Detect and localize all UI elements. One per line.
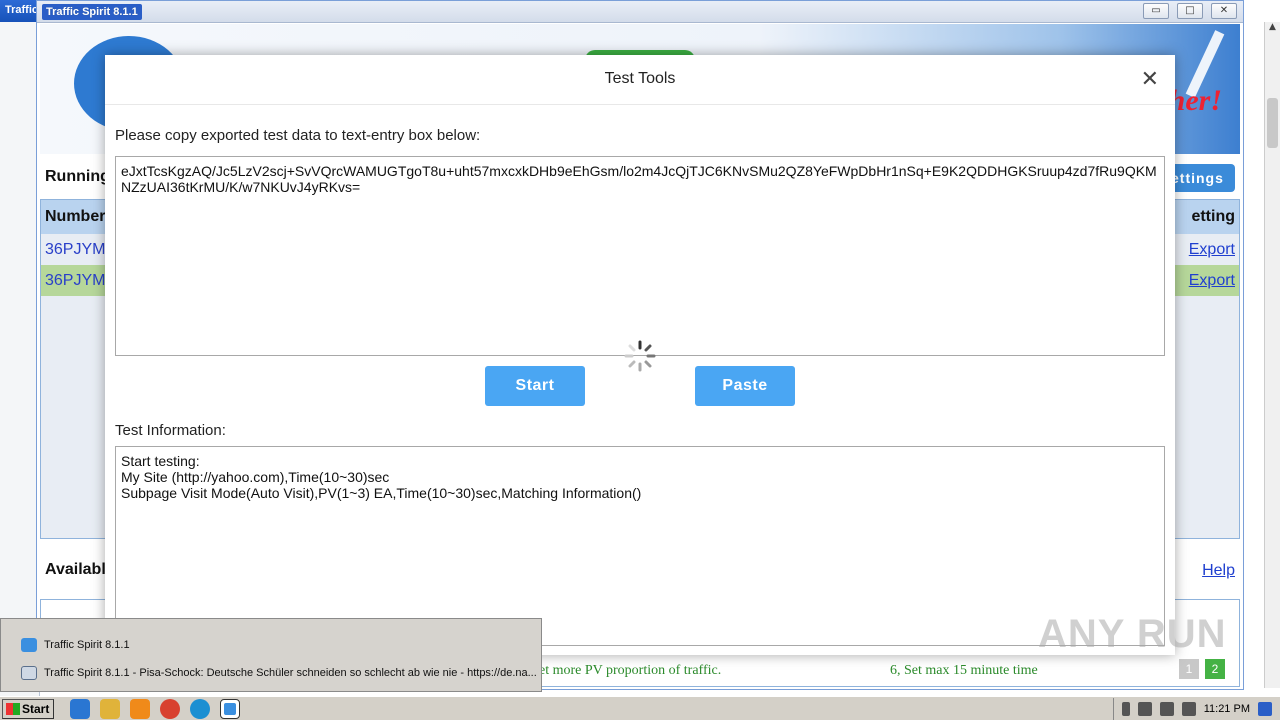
- maximize-button[interactable]: □: [1177, 3, 1203, 19]
- volume-icon[interactable]: [1137, 702, 1152, 716]
- settings-button[interactable]: ettings: [1165, 164, 1235, 192]
- tip-text-right: 6, Set max 15 minute time: [890, 663, 1038, 678]
- popup-item-label: Traffic Spirit 8.1.1 - Pisa-Schock: Deut…: [44, 667, 537, 679]
- data-entry-label: Please copy exported test data to text-e…: [115, 127, 481, 144]
- column-number: Number: [45, 208, 106, 225]
- pagination: 1 2: [1179, 659, 1225, 679]
- export-link[interactable]: Export: [1189, 272, 1235, 290]
- help-link[interactable]: Help: [1202, 562, 1235, 580]
- available-section-label: Availabl: [45, 561, 106, 578]
- internet-explorer-icon[interactable]: [70, 698, 90, 719]
- page-2-button[interactable]: 2: [1205, 659, 1225, 679]
- security-icon[interactable]: [1181, 702, 1196, 716]
- windows-logo-icon: [6, 702, 20, 715]
- window-title: Traffic Spirit 8.1.1: [42, 3, 142, 20]
- quick-launch: [70, 698, 240, 719]
- test-information-textarea[interactable]: Start testing: My Site (http://yahoo.com…: [115, 446, 1165, 646]
- network-icon[interactable]: [1159, 702, 1174, 716]
- traffic-spirit-taskbar-icon[interactable]: [220, 698, 240, 719]
- tip-text-left: et more PV proportion of traffic.: [539, 663, 722, 678]
- system-tray: 11:21 PM: [1112, 698, 1280, 720]
- scroll-thumb[interactable]: [1267, 98, 1278, 148]
- background-window-title: Traffic Spirit 8.1.1: [0, 0, 39, 22]
- background-window: Traffic Spirit 8.1.1: [0, 0, 40, 700]
- test-information-label: Test Information:: [115, 422, 226, 439]
- popup-item-traffic-spirit[interactable]: Traffic Spirit 8.1.1: [1, 631, 541, 659]
- test-tools-dialog: Test Tools ✕ Please copy exported test d…: [105, 55, 1175, 655]
- chrome-icon[interactable]: [160, 698, 180, 719]
- taskbar: Start 11:21 PM: [0, 696, 1280, 720]
- minimize-button[interactable]: ▭: [1143, 3, 1169, 19]
- anyrun-watermark: ANY RUN: [1038, 612, 1227, 656]
- window-controls: ▭ □ ✕: [1137, 1, 1243, 21]
- row-number[interactable]: 36PJYM: [45, 241, 105, 259]
- start-button[interactable]: Start: [485, 366, 585, 406]
- browser-window-icon: [21, 666, 37, 680]
- media-player-icon[interactable]: [130, 698, 150, 719]
- file-explorer-icon[interactable]: [100, 698, 120, 719]
- paste-button[interactable]: Paste: [695, 366, 795, 406]
- running-section-label: Running: [45, 168, 110, 185]
- column-setting: etting: [1191, 208, 1235, 225]
- dialog-title: Test Tools: [105, 55, 1175, 105]
- page-1-button[interactable]: 1: [1179, 659, 1199, 679]
- clock[interactable]: 11:21 PM: [1204, 703, 1250, 715]
- vertical-scrollbar[interactable]: ▲: [1264, 22, 1280, 688]
- start-button[interactable]: Start: [2, 698, 54, 719]
- edge-icon[interactable]: [190, 698, 210, 719]
- show-desktop-icon[interactable]: [1258, 702, 1272, 716]
- banner-slogan: her!: [1168, 84, 1222, 117]
- row-number[interactable]: 36PJYM: [45, 272, 105, 290]
- taskbar-group-popup: Traffic Spirit 8.1.1 Traffic Spirit 8.1.…: [0, 618, 542, 692]
- traffic-spirit-icon: [21, 638, 37, 652]
- close-button[interactable]: ✕: [1211, 3, 1237, 19]
- start-label: Start: [22, 701, 50, 716]
- popup-item-traffic-spirit-browser[interactable]: Traffic Spirit 8.1.1 - Pisa-Schock: Deut…: [1, 659, 541, 687]
- close-icon[interactable]: ✕: [1141, 67, 1159, 92]
- scroll-up-icon[interactable]: ▲: [1265, 22, 1280, 38]
- export-link[interactable]: Export: [1189, 241, 1235, 259]
- title-bar: Traffic Spirit 8.1.1: [37, 1, 1243, 23]
- tray-arrow-icon[interactable]: [1121, 702, 1130, 716]
- popup-item-label: Traffic Spirit 8.1.1: [44, 639, 130, 651]
- loading-spinner-icon: [624, 340, 656, 372]
- test-data-textarea[interactable]: eJxtTcsKgzAQ/Jc5LzV2scj+SvVQrcWAMUGTgoT8…: [115, 156, 1165, 356]
